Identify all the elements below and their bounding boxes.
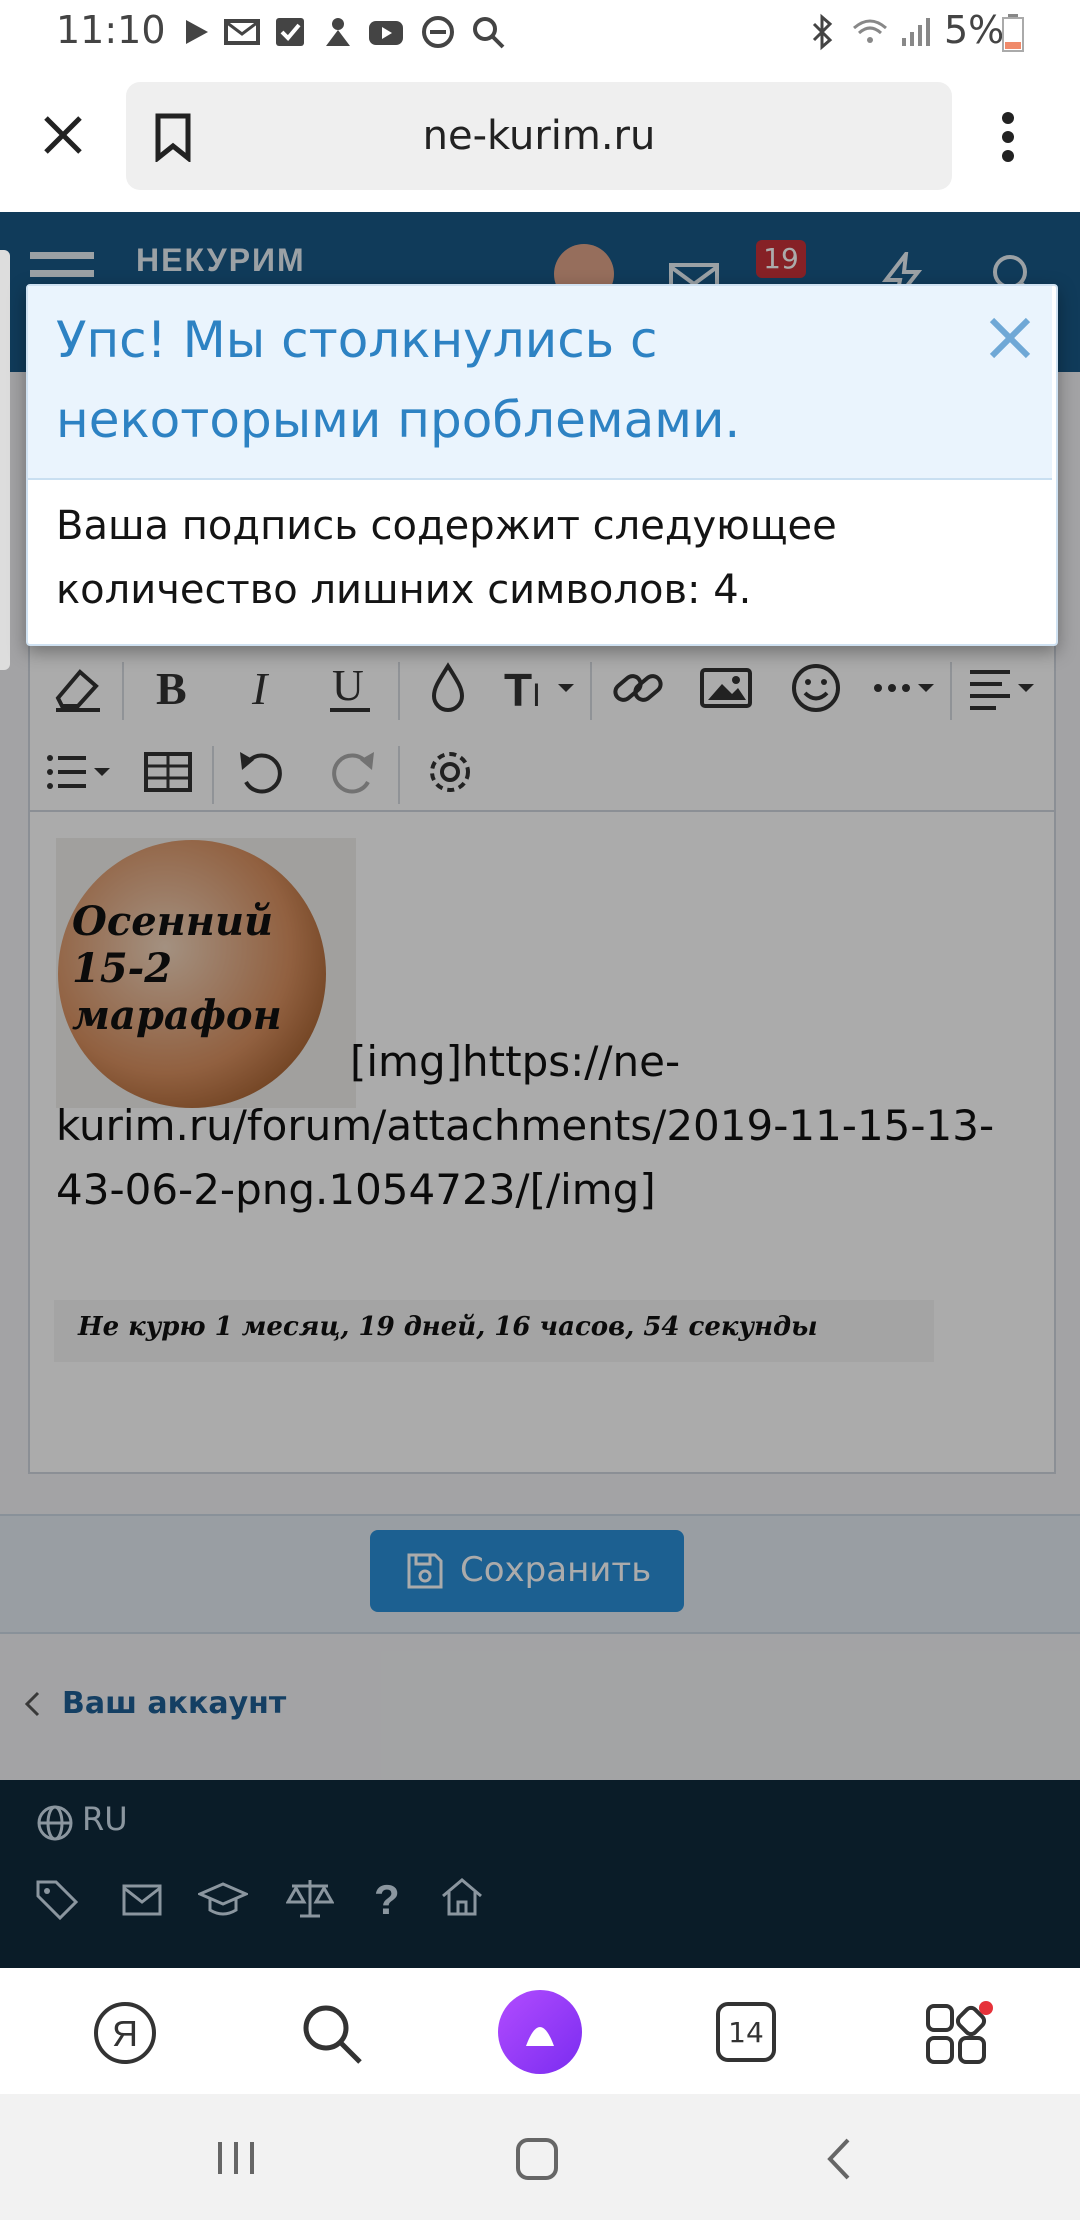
error-dialog-title: Упс! Мы столкнулись с некоторыми проблем… xyxy=(56,311,741,449)
mail-icon xyxy=(224,19,260,45)
back-icon[interactable] xyxy=(824,2136,854,2182)
app-icon xyxy=(326,18,350,46)
search-status-icon xyxy=(473,17,505,49)
bluetooth-icon xyxy=(812,13,833,51)
services-grid-icon[interactable] xyxy=(924,2000,996,2066)
youtube-icon xyxy=(369,21,403,45)
close-icon[interactable] xyxy=(984,312,1036,364)
svg-text:Я: Я xyxy=(112,2013,138,2054)
error-dialog-message: Ваша подпись содержит следующее количест… xyxy=(56,503,837,613)
more-menu-icon[interactable] xyxy=(996,110,1020,164)
close-tab-icon[interactable] xyxy=(40,112,86,158)
signal-icon xyxy=(902,18,930,46)
home-button-icon[interactable] xyxy=(514,2136,560,2182)
alice-assistant-icon[interactable] xyxy=(496,1988,584,2076)
recent-apps-icon[interactable] xyxy=(212,2138,260,2178)
tabs-count: 14 xyxy=(728,2016,764,2049)
wifi-icon xyxy=(853,19,887,43)
do-not-disturb-icon xyxy=(422,16,454,48)
yandex-icon[interactable]: Я xyxy=(92,2000,158,2066)
url-text[interactable]: ne-kurim.ru xyxy=(126,82,952,190)
tabs-button[interactable]: 14 xyxy=(716,2002,776,2062)
battery-percent: 5% xyxy=(944,8,1005,52)
page-side-tab xyxy=(0,250,10,670)
search-icon[interactable] xyxy=(298,2000,364,2066)
status-time: 11:10 xyxy=(56,8,166,52)
play-icon xyxy=(186,20,208,44)
checkbox-icon xyxy=(276,18,304,46)
battery-icon xyxy=(1002,14,1024,52)
